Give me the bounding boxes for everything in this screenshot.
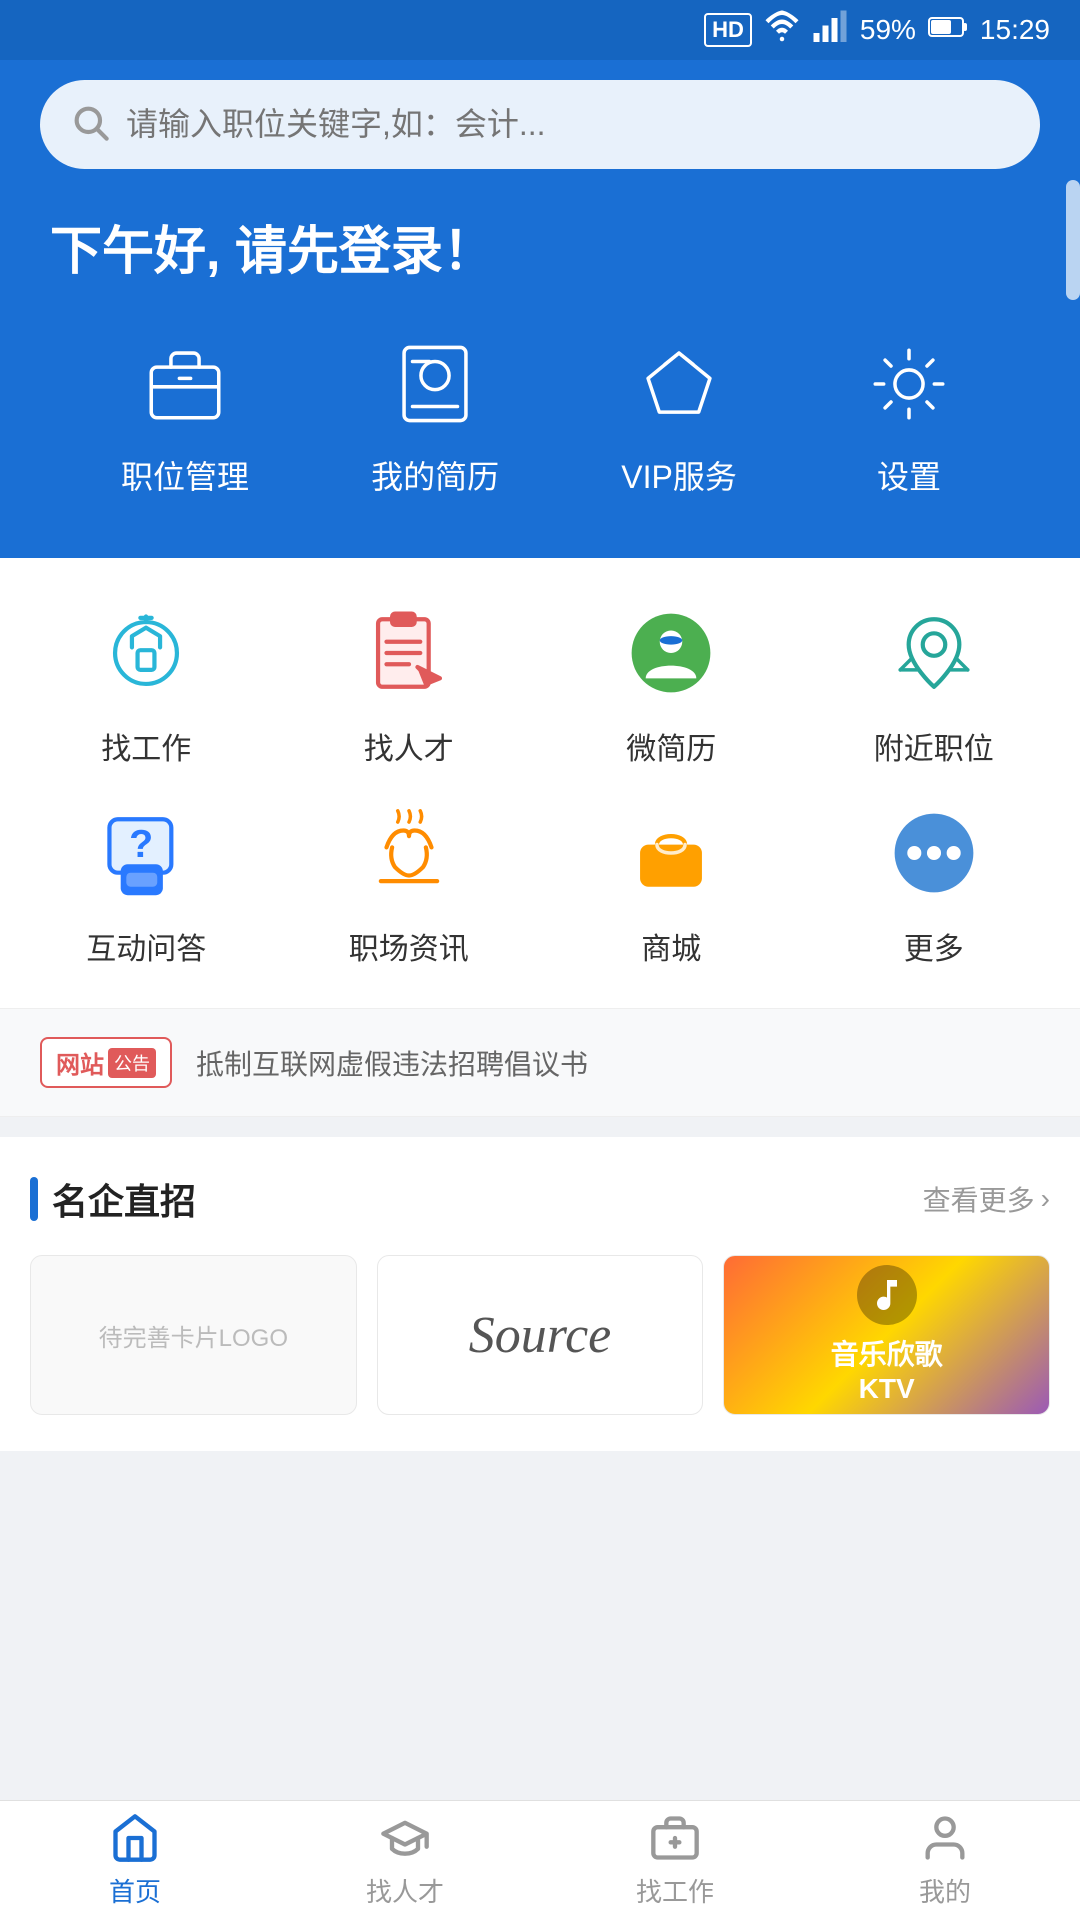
qa-icon: ? [91, 798, 201, 908]
my-resume-label: 我的简历 [371, 452, 499, 498]
time-display: 15:29 [980, 14, 1050, 46]
title-bar-decoration [30, 1177, 38, 1221]
service-more[interactable]: 更多 [808, 798, 1061, 968]
services-section: 找工作 找人才 [0, 558, 1080, 1008]
find-talent-label: 找人才 [364, 724, 454, 768]
nav-home-label: 首页 [109, 1872, 161, 1909]
job-manage-icon [135, 334, 235, 434]
company1-placeholder: 待完善卡片LOGO [89, 1308, 298, 1363]
micro-resume-icon [616, 598, 726, 708]
announce-badge: 网站 公告 [40, 1037, 172, 1088]
company-card-1[interactable]: 待完善卡片LOGO [30, 1255, 357, 1415]
vip-label: VIP服务 [621, 452, 737, 498]
services-grid: 找工作 找人才 [20, 598, 1060, 968]
company-card-3[interactable]: 音乐欣歌KTV [723, 1255, 1050, 1415]
quick-action-vip[interactable]: VIP服务 [621, 334, 737, 498]
vip-icon [629, 334, 729, 434]
ktv-text: 音乐欣歌KTV [831, 1333, 943, 1405]
nav-mine[interactable]: 我的 [810, 1812, 1080, 1909]
search-bar[interactable] [40, 80, 1040, 169]
quick-action-my-resume[interactable]: 我的简历 [371, 334, 499, 498]
quick-actions: 职位管理 我的简历 VIP服务 [40, 334, 1040, 498]
news-label: 职场资讯 [349, 924, 469, 968]
company3-logo: 音乐欣歌KTV [831, 1265, 943, 1405]
service-nearby-jobs[interactable]: 附近职位 [808, 598, 1061, 768]
greeting-text: 下午好, 请先登录！ [40, 209, 1040, 284]
service-mall[interactable]: 商城 [545, 798, 798, 968]
famous-title-text: 名企直招 [52, 1173, 196, 1225]
service-news[interactable]: 职场资讯 [283, 798, 536, 968]
nav-find-talent[interactable]: 找人才 [270, 1812, 540, 1909]
battery-icon [928, 14, 968, 46]
chevron-right-icon: › [1041, 1183, 1050, 1215]
news-icon [354, 798, 464, 908]
nav-find-work-label: 找工作 [636, 1872, 714, 1909]
find-job-icon [91, 598, 201, 708]
svg-text:?: ? [129, 822, 153, 866]
badge-notice-text: 公告 [108, 1048, 156, 1078]
search-input[interactable] [126, 106, 1010, 143]
announcement-bar[interactable]: 网站 公告 抵制互联网虚假违法招聘倡议书 [0, 1008, 1080, 1117]
service-qa[interactable]: ? 互动问答 [20, 798, 273, 968]
quick-action-settings[interactable]: 设置 [859, 334, 959, 498]
find-job-label: 找工作 [101, 724, 191, 768]
company-card-2[interactable]: Source [377, 1255, 704, 1415]
mall-icon [616, 798, 726, 908]
badge-site-text: 网站 [56, 1045, 104, 1080]
famous-header: 名企直招 查看更多 › [30, 1173, 1050, 1225]
find-talent-icon [354, 598, 464, 708]
service-find-talent[interactable]: 找人才 [283, 598, 536, 768]
status-bar: HD 59% 15:29 [0, 0, 1080, 60]
qa-label: 互动问答 [86, 924, 206, 968]
bottom-nav: 首页 找人才 找工作 我的 [0, 1800, 1080, 1920]
view-more-label: 查看更多 [923, 1179, 1035, 1219]
more-icon [879, 798, 989, 908]
job-manage-label: 职位管理 [121, 452, 249, 498]
more-label: 更多 [904, 924, 964, 968]
nav-find-talent-label: 找人才 [366, 1872, 444, 1909]
scroll-indicator [1066, 180, 1080, 300]
service-micro-resume[interactable]: 微简历 [545, 598, 798, 768]
announcement-text: 抵制互联网虚假违法招聘倡议书 [196, 1043, 1040, 1083]
nearby-jobs-label: 附近职位 [874, 724, 994, 768]
header-section: 下午好, 请先登录！ 职位管理 [0, 60, 1080, 558]
nav-mine-label: 我的 [919, 1872, 971, 1909]
wifi-icon [764, 9, 800, 52]
settings-label: 设置 [877, 452, 941, 498]
nav-home[interactable]: 首页 [0, 1812, 270, 1909]
company-cards: 待完善卡片LOGO Source 音乐欣歌KTV [30, 1255, 1050, 1415]
signal-icon [812, 9, 848, 52]
quick-action-job-manage[interactable]: 职位管理 [121, 334, 249, 498]
famous-title: 名企直招 [30, 1173, 196, 1225]
bottom-padding [0, 1451, 1080, 1591]
view-more-button[interactable]: 查看更多 › [923, 1179, 1050, 1219]
settings-icon [859, 334, 959, 434]
nearby-jobs-icon [879, 598, 989, 708]
micro-resume-label: 微简历 [626, 724, 716, 768]
battery-text: 59% [860, 14, 916, 46]
hd-badge: HD [704, 13, 752, 47]
mall-label: 商城 [641, 924, 701, 968]
service-find-job[interactable]: 找工作 [20, 598, 273, 768]
famous-section: 名企直招 查看更多 › 待完善卡片LOGO Source [0, 1137, 1080, 1451]
section-gap [0, 1117, 1080, 1137]
nav-find-work[interactable]: 找工作 [540, 1812, 810, 1909]
company2-logo: Source [469, 1306, 611, 1365]
my-resume-icon [385, 334, 485, 434]
search-icon [70, 102, 110, 147]
